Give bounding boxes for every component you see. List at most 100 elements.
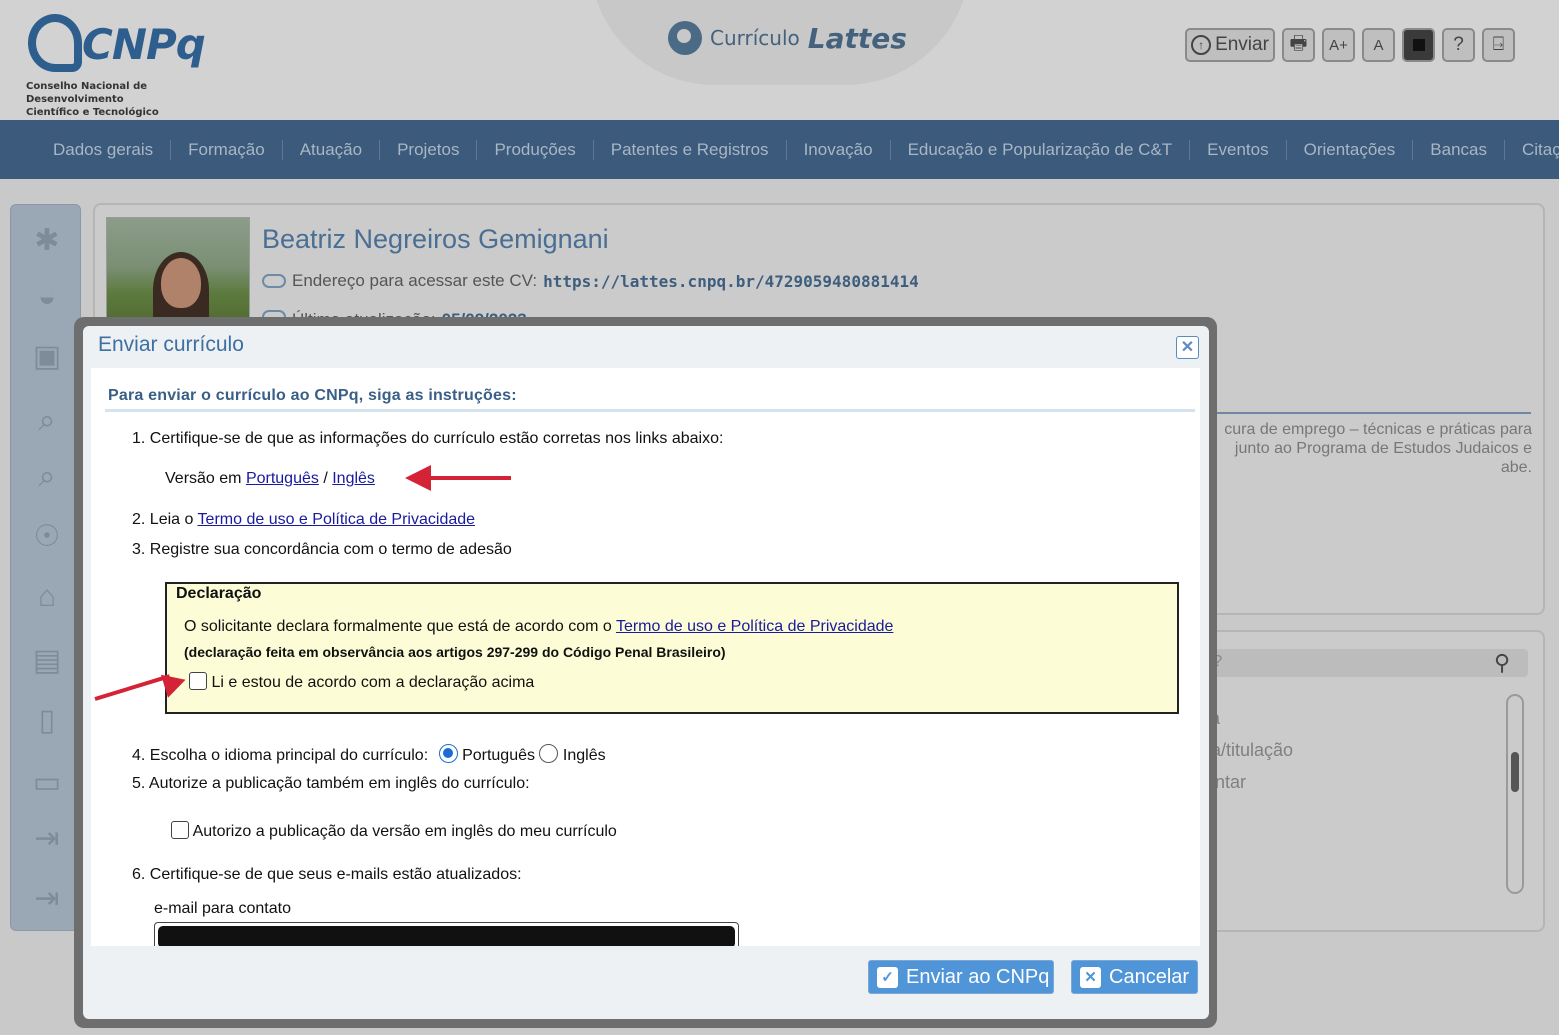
cancel-button[interactable]: ✕ Cancelar	[1071, 960, 1198, 994]
nav-item-orientacoes[interactable]: Orientações	[1287, 139, 1414, 160]
declaration-text: O solicitante declara formalmente que es…	[184, 618, 893, 636]
normal-font-button[interactable]: A	[1362, 28, 1395, 62]
upload-icon: ↑	[1191, 35, 1212, 55]
language-english-radio[interactable]	[539, 744, 559, 763]
declaration-box: Declaração O solicitante declara formalm…	[165, 582, 1179, 714]
terms-link[interactable]: Termo de uso e Política de Privacidade	[198, 511, 475, 528]
printer-icon[interactable]: ▭	[29, 765, 65, 801]
increase-font-label: A+	[1329, 36, 1348, 54]
send-toolbar-label: Enviar	[1215, 34, 1269, 55]
english-publication-label[interactable]: Autorizo a publicação da versão em inglê…	[193, 823, 617, 840]
cnpq-logo[interactable]: CNPq Conselho Nacional de Desenvolviment…	[24, 14, 224, 118]
dialog-title: Enviar currículo	[98, 333, 244, 356]
nav-item-projetos[interactable]: Projetos	[380, 139, 478, 160]
main-nav: Dados gerais Formação Atuação Projetos P…	[0, 120, 1559, 179]
background-scrollbar[interactable]	[1506, 694, 1524, 894]
help-button[interactable]: ?	[1442, 28, 1475, 62]
document-link-icon[interactable]: ▤	[29, 643, 65, 679]
logo-subtitle-line1: Conselho Nacional de Desenvolvimento	[26, 81, 148, 105]
profile-name: Beatriz Negreiros Gemignani	[262, 224, 609, 254]
declaration-agree-label[interactable]: Li e estou de acordo com a declaração ac…	[211, 674, 534, 691]
email-input[interactable]	[154, 922, 739, 946]
step-6-text: 6. Certifique-se de que seus e-mails est…	[132, 866, 522, 883]
nav-item-patentes[interactable]: Patentes e Registros	[594, 139, 787, 160]
normal-font-label: A	[1373, 36, 1384, 54]
print-button[interactable]: 🖶	[1282, 28, 1315, 62]
cnpq-logo-text: CNPq	[82, 20, 206, 69]
nav-item-bancas[interactable]: Bancas	[1413, 139, 1505, 160]
toolbar: ↑ Enviar 🖶 A+ A ? ⍈	[1185, 28, 1515, 64]
language-portuguese-radio[interactable]	[438, 744, 458, 763]
step-2-prefix: 2. Leia o	[132, 511, 194, 528]
background-search-input[interactable]: r?	[1170, 649, 1528, 677]
export-icon[interactable]: ⇥	[29, 821, 65, 857]
step-4-row: 4. Escolha o idioma principal do currícu…	[132, 744, 606, 765]
english-publication-row[interactable]: Autorizo a publicação da versão em inglê…	[171, 821, 617, 841]
exit-icon[interactable]: ⇥	[29, 881, 65, 917]
background-divider	[1205, 412, 1531, 414]
increase-font-button[interactable]: A+	[1322, 28, 1355, 62]
declaration-agree-row[interactable]: Li e estou de acordo com a declaração ac…	[189, 672, 534, 692]
logout-button[interactable]: ⍈	[1482, 28, 1515, 62]
institution-icon[interactable]: ⌂	[29, 579, 65, 615]
dialog-body: Para enviar o currículo ao CNPq, siga as…	[91, 368, 1200, 946]
annotation-arrow-icon	[405, 465, 431, 491]
background-list-item[interactable]: ra/titulação	[1205, 740, 1293, 761]
cnpq-logo-subtitle: Conselho Nacional de Desenvolvimento Cie…	[26, 80, 226, 119]
step-3-text: 3. Registre sua concordância com o termo…	[132, 541, 512, 558]
step-5-text: 5. Autorize a publicação também em inglê…	[132, 775, 530, 792]
declaration-agree-checkbox[interactable]	[189, 672, 207, 690]
scrollbar-thumb[interactable]	[1511, 752, 1519, 792]
nav-item-formacao[interactable]: Formação	[171, 139, 283, 160]
send-toolbar-button[interactable]: ↑ Enviar	[1185, 28, 1275, 62]
nav-item-citacoes[interactable]: Citações	[1505, 140, 1559, 160]
head-gear-icon[interactable]: ☉	[29, 519, 65, 555]
profile-url[interactable]: https://lattes.cnpq.br/4729059480881414	[543, 272, 919, 291]
lattes-logo-brand: Lattes	[807, 21, 907, 55]
left-icon-rail: ✱ ◒ ▣ ⌕ ⌕ ☉ ⌂ ▤ ▯ ▭ ⇥ ⇥	[10, 204, 81, 931]
photo-face	[161, 258, 201, 308]
language-english-label[interactable]: Inglês	[563, 747, 606, 764]
star-network-icon[interactable]: ✱	[29, 223, 65, 259]
nav-item-inovacao[interactable]: Inovação	[787, 139, 891, 160]
cancel-label: Cancelar	[1109, 965, 1190, 988]
nav-item-eventos[interactable]: Eventos	[1190, 139, 1287, 160]
lattes-logo-icon	[668, 21, 702, 55]
nav-item-producoes[interactable]: Produções	[477, 139, 594, 160]
send-to-cnpq-button[interactable]: ✓ Enviar ao CNPq	[868, 960, 1054, 994]
version-portuguese-link[interactable]: Português	[246, 470, 319, 487]
version-links: Versão em Português / Inglês	[165, 470, 375, 488]
contrast-button[interactable]	[1402, 28, 1435, 62]
step-4-text: 4. Escolha o idioma principal do currícu…	[132, 747, 429, 764]
language-portuguese-label[interactable]: Português	[462, 747, 535, 764]
background-summary: cura de emprego – técnicas e práticas pa…	[1224, 421, 1532, 476]
lattes-logo-word: Currículo	[710, 26, 800, 50]
search-icon[interactable]: ⌕	[29, 459, 65, 495]
step-1-text: 1. Certifique-se de que as informações d…	[132, 430, 724, 447]
nav-item-atuacao[interactable]: Atuação	[283, 139, 381, 160]
declaration-note: (declaração feita em observância aos art…	[184, 644, 726, 660]
english-publication-checkbox[interactable]	[171, 821, 189, 839]
nav-item-educacao[interactable]: Educação e Popularização de C&T	[891, 139, 1191, 160]
instructions-heading: Para enviar o currículo ao CNPq, siga as…	[108, 387, 517, 404]
cnpq-logo-mark-icon	[28, 14, 82, 72]
version-english-link[interactable]: Inglês	[332, 470, 375, 487]
declaration-terms-link[interactable]: Termo de uso e Política de Privacidade	[616, 618, 893, 635]
nav-item-dados-gerais[interactable]: Dados gerais	[36, 139, 172, 160]
declaration-heading: Declaração	[176, 585, 262, 602]
version-separator: /	[323, 470, 328, 487]
link-icon	[262, 274, 286, 288]
graduation-cap-icon[interactable]: ◒	[29, 279, 65, 315]
logo-subtitle-line2: Científico e Tecnológico	[26, 107, 159, 118]
exit-door-icon: ⍈	[1492, 34, 1505, 55]
send-to-cnpq-label: Enviar ao CNPq	[906, 965, 1050, 988]
check-icon: ✓	[877, 966, 898, 988]
id-card-icon[interactable]: ▣	[29, 339, 65, 375]
instructions-divider	[105, 409, 1195, 412]
document-icon[interactable]: ▯	[29, 703, 65, 739]
step-2-text: 2. Leia o Termo de uso e Política de Pri…	[132, 511, 475, 529]
magnifier-icon[interactable]: ⚲	[1494, 650, 1510, 676]
page-header: CNPq Conselho Nacional de Desenvolviment…	[0, 0, 1559, 120]
dialog-close-icon[interactable]: ✕	[1176, 336, 1199, 359]
document-search-icon[interactable]: ⌕	[29, 403, 65, 439]
